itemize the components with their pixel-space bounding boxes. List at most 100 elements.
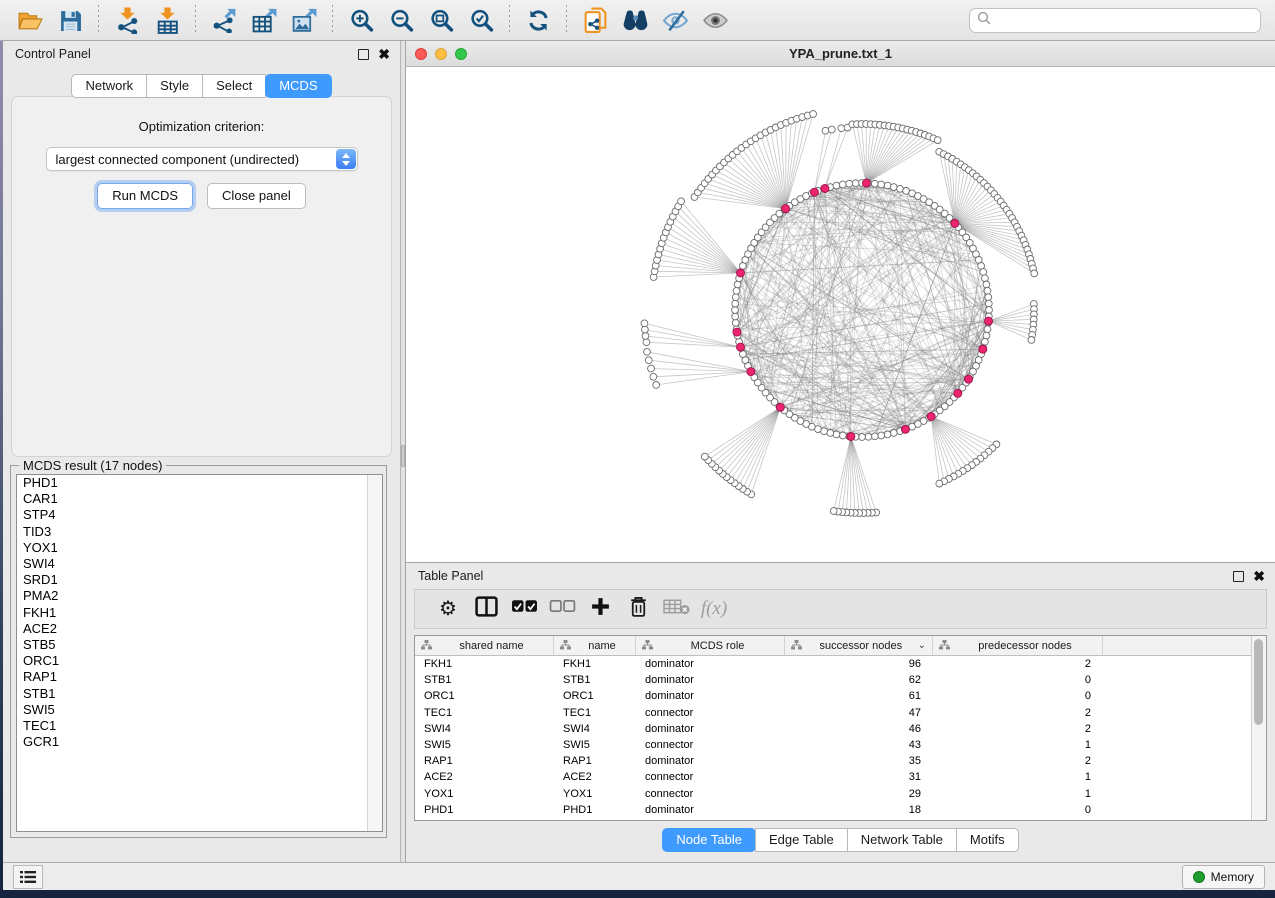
mcds-result-node[interactable]: TEC1 (17, 718, 382, 734)
cell-successor-nodes[interactable]: 62 (785, 674, 933, 686)
cell-MCDS-role[interactable]: connector (636, 788, 785, 800)
mcds-result-node[interactable]: RAP1 (17, 669, 382, 685)
cell-successor-nodes[interactable]: 31 (785, 771, 933, 783)
cell-predecessor-nodes[interactable]: 1 (933, 739, 1103, 751)
tab-network[interactable]: Network (71, 74, 147, 98)
cell-shared-name[interactable]: PHD1 (415, 804, 554, 816)
table-row[interactable]: TEC1TEC1connector472 (415, 705, 1266, 721)
table-row[interactable]: PHD1PHD1dominator180 (415, 802, 1266, 818)
cell-shared-name[interactable]: ORC1 (415, 690, 554, 702)
column-header-successor-nodes[interactable]: successor nodes⌄ (785, 636, 933, 655)
table-settings-button[interactable]: ⚙ (429, 593, 467, 625)
cell-name[interactable]: ORC1 (554, 690, 636, 702)
hide-selected-button[interactable] (655, 3, 695, 37)
tab-mcds[interactable]: MCDS (265, 74, 331, 98)
close-panel-button[interactable]: Close panel (207, 183, 306, 209)
cell-name[interactable]: PHD1 (554, 804, 636, 816)
splitter-grip[interactable] (401, 445, 405, 467)
table-scrollbar[interactable] (1251, 636, 1266, 820)
mcds-result-node[interactable]: STB5 (17, 637, 382, 653)
search-input[interactable] (991, 13, 1253, 27)
cell-shared-name[interactable]: FKH1 (415, 658, 554, 670)
cell-successor-nodes[interactable]: 18 (785, 804, 933, 816)
cell-name[interactable]: TEC1 (554, 707, 636, 719)
cell-predecessor-nodes[interactable]: 1 (933, 771, 1103, 783)
cell-shared-name[interactable]: SWI5 (415, 739, 554, 751)
mcds-result-node[interactable]: PHD1 (17, 475, 382, 491)
table-row[interactable]: ACE2ACE2connector311 (415, 769, 1266, 785)
cell-name[interactable]: SWI5 (554, 739, 636, 751)
cell-successor-nodes[interactable]: 96 (785, 658, 933, 670)
cell-predecessor-nodes[interactable]: 2 (933, 707, 1103, 719)
tab-select[interactable]: Select (202, 74, 266, 98)
close-panel-icon[interactable]: ✖ (378, 49, 390, 60)
mcds-result-node[interactable]: STP4 (17, 507, 382, 523)
table-row[interactable]: YOX1YOX1connector291 (415, 786, 1266, 802)
import-table-button[interactable] (147, 3, 187, 37)
tab-style[interactable]: Style (146, 74, 203, 98)
cell-MCDS-role[interactable]: connector (636, 707, 785, 719)
cell-name[interactable]: ACE2 (554, 771, 636, 783)
mcds-result-node[interactable]: SWI4 (17, 556, 382, 572)
zoom-in-button[interactable] (341, 3, 381, 37)
cell-shared-name[interactable]: YOX1 (415, 788, 554, 800)
add-column-button[interactable] (581, 593, 619, 625)
cell-MCDS-role[interactable]: connector (636, 771, 785, 783)
search-box[interactable] (969, 8, 1261, 33)
show-all-button[interactable] (695, 3, 735, 37)
cell-successor-nodes[interactable]: 61 (785, 690, 933, 702)
import-network-button[interactable] (107, 3, 147, 37)
task-history-button[interactable] (13, 865, 43, 889)
tab-edge-table[interactable]: Edge Table (755, 828, 848, 852)
cell-predecessor-nodes[interactable]: 2 (933, 723, 1103, 735)
cell-name[interactable]: STB1 (554, 674, 636, 686)
cell-predecessor-nodes[interactable]: 0 (933, 804, 1103, 816)
export-image-button[interactable] (284, 3, 324, 37)
cell-successor-nodes[interactable]: 43 (785, 739, 933, 751)
column-header-MCDS-role[interactable]: MCDS role (636, 636, 785, 655)
mcds-result-node[interactable]: ACE2 (17, 621, 382, 637)
select-all-button[interactable] (505, 593, 543, 625)
cell-successor-nodes[interactable]: 47 (785, 707, 933, 719)
mcds-result-node[interactable]: FKH1 (17, 605, 382, 621)
cell-MCDS-role[interactable]: connector (636, 739, 785, 751)
cell-MCDS-role[interactable]: dominator (636, 804, 785, 816)
tab-network-table[interactable]: Network Table (847, 828, 957, 852)
float-table-panel-icon[interactable] (1233, 571, 1244, 582)
table-row[interactable]: STB1STB1dominator620 (415, 672, 1266, 688)
table-row[interactable]: ORC1ORC1dominator610 (415, 688, 1266, 704)
share-session-button[interactable] (575, 3, 615, 37)
zoom-out-button[interactable] (381, 3, 421, 37)
refresh-button[interactable] (518, 3, 558, 37)
cell-predecessor-nodes[interactable]: 1 (933, 788, 1103, 800)
mcds-result-node[interactable]: YOX1 (17, 540, 382, 556)
table-row[interactable]: SWI5SWI5connector431 (415, 737, 1266, 753)
cell-shared-name[interactable]: STB1 (415, 674, 554, 686)
mcds-result-list[interactable]: PHD1CAR1STP4TID3YOX1SWI4SRD1PMA2FKH1ACE2… (16, 474, 383, 832)
cell-successor-nodes[interactable]: 46 (785, 723, 933, 735)
open-file-button[interactable] (10, 3, 50, 37)
mcds-result-node[interactable]: SRD1 (17, 572, 382, 588)
export-table-button[interactable] (244, 3, 284, 37)
cell-MCDS-role[interactable]: dominator (636, 723, 785, 735)
cell-predecessor-nodes[interactable]: 0 (933, 674, 1103, 686)
cell-predecessor-nodes[interactable]: 2 (933, 755, 1103, 767)
cell-name[interactable]: FKH1 (554, 658, 636, 670)
table-row[interactable]: FKH1FKH1dominator962 (415, 656, 1266, 672)
cell-shared-name[interactable]: RAP1 (415, 755, 554, 767)
table-row[interactable]: SWI4SWI4dominator462 (415, 721, 1266, 737)
mcds-result-node[interactable]: CAR1 (17, 491, 382, 507)
split-panel-button[interactable] (467, 593, 505, 625)
cell-predecessor-nodes[interactable]: 2 (933, 658, 1103, 670)
table-row[interactable]: RAP1RAP1dominator352 (415, 753, 1266, 769)
table-scrollbar-thumb[interactable] (1254, 639, 1263, 725)
mcds-result-node[interactable]: PMA2 (17, 588, 382, 604)
cell-shared-name[interactable]: TEC1 (415, 707, 554, 719)
zoom-fit-button[interactable] (421, 3, 461, 37)
cell-MCDS-role[interactable]: dominator (636, 690, 785, 702)
network-canvas[interactable] (406, 67, 1275, 561)
delete-column-button[interactable] (619, 593, 657, 625)
export-network-button[interactable] (204, 3, 244, 37)
zoom-selected-button[interactable] (461, 3, 501, 37)
run-mcds-button[interactable]: Run MCDS (97, 183, 193, 209)
